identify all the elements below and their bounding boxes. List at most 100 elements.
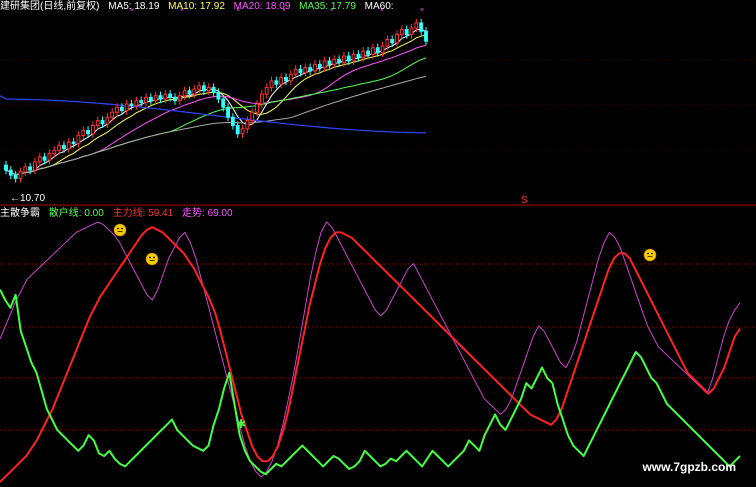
candle-body: [399, 29, 404, 36]
main-line-label: 主力线: 59.41: [112, 208, 174, 219]
candle-body: [66, 141, 71, 150]
candle-body: [274, 80, 279, 85]
smiley-eye: [647, 252, 649, 255]
candle-body: [148, 96, 153, 102]
ma10-label: MA10: 17.92: [168, 1, 225, 12]
candle-body: [404, 29, 409, 36]
smiley-face-icon: [113, 223, 127, 237]
candle-body: [153, 95, 158, 102]
candle-body: [177, 95, 182, 102]
long-ma-line: [0, 95, 427, 134]
bottom-panel-title: 主散争霸: [0, 208, 40, 219]
candle-body: [216, 91, 221, 100]
candle-body: [288, 73, 293, 82]
ma35-label: MA35: 17.79: [299, 1, 356, 12]
candle-body: [322, 60, 327, 69]
candle-body: [187, 90, 192, 95]
candle-body: [90, 125, 95, 135]
candle-body: [380, 45, 385, 54]
candle-body: [293, 68, 298, 75]
candle-body: [351, 53, 356, 62]
candle-body: [100, 120, 105, 125]
candle-body: [13, 174, 18, 179]
candle-body: [206, 86, 211, 92]
bottom-panel-header: 主散争霸 散户线: 0.00 主力线: 59.41 走势: 69.00: [0, 208, 239, 220]
s-marker: S: [521, 195, 528, 206]
candle-body: [221, 98, 226, 108]
candle-body: [201, 85, 206, 92]
candle-body: [173, 96, 177, 102]
candle-body: [144, 96, 148, 103]
candle-body: [163, 93, 168, 100]
candle-body: [182, 90, 187, 97]
candle-body: [76, 134, 81, 145]
candle-body: [124, 103, 129, 112]
smiley-face-icon: [145, 252, 159, 266]
candle-body: [317, 63, 322, 69]
candle-body: [37, 156, 42, 163]
candle-body: [346, 55, 351, 62]
candle-body: [313, 63, 317, 72]
candle-body: [139, 100, 144, 103]
candle-body: [240, 128, 245, 135]
candle-body: [52, 149, 57, 155]
candle-body: [115, 106, 119, 113]
ma60-label: MA60:: [364, 1, 394, 12]
candle-body: [71, 141, 76, 145]
candle-body: [250, 111, 255, 122]
candle-body: [57, 144, 62, 151]
retail-line-label: 散户线: 0.00: [48, 208, 104, 219]
candle-body: [259, 93, 264, 105]
candle-body: [264, 86, 269, 95]
candle-body: [226, 106, 231, 118]
smiley-eye: [651, 252, 653, 255]
candle-body: [192, 88, 197, 95]
smiley-eye: [149, 256, 151, 259]
ma5-label: MA5: 18.19: [108, 1, 160, 12]
candle-body: [269, 80, 274, 88]
candle-body: [28, 166, 33, 171]
candle-body: [8, 169, 13, 176]
candle-body: [341, 55, 346, 64]
candle-body: [4, 164, 8, 171]
candle-body: [18, 171, 23, 179]
candle-body: [211, 86, 216, 93]
smiley-eye: [121, 227, 123, 230]
candle-body: [42, 156, 47, 161]
candle-body: [361, 50, 366, 59]
ma60-line: [5, 75, 427, 176]
smiley-eye: [153, 256, 155, 259]
green-star-icon: ✱: [236, 417, 246, 431]
candle-body: [279, 77, 284, 85]
retail-line: [0, 289, 741, 476]
candle-body: [86, 129, 91, 135]
low-price-marker: ←10.70: [10, 193, 46, 204]
candle-body: [424, 30, 428, 42]
candle-body: [110, 111, 115, 118]
candle-body: [390, 39, 395, 44]
candle-body: [235, 125, 240, 135]
ma20-label: MA20: 18.09: [233, 1, 291, 12]
candle-body: [95, 120, 100, 126]
trend-label: 走势: 69.00: [181, 208, 233, 219]
candle-body: [61, 144, 66, 150]
candle-body: [230, 116, 235, 126]
candle-body: [375, 47, 380, 54]
candle-body: [332, 58, 337, 65]
candle-body: [298, 68, 303, 74]
candle-body: [47, 153, 52, 161]
candle-body: [337, 58, 342, 64]
chart-stage: × × × × × × × ✱: [0, 7, 756, 483]
candle-body: [327, 60, 332, 65]
candle-body: [409, 27, 414, 36]
candle-body: [129, 103, 134, 107]
bottom-panel-marks: ✱: [113, 223, 657, 431]
candle-body: [370, 47, 375, 55]
candle-body: [245, 120, 250, 130]
candle-body: [134, 100, 139, 107]
bottom-panel-lines: [0, 221, 741, 483]
candle-body: [303, 67, 308, 74]
candle-body: [419, 22, 424, 32]
candle-body: [255, 103, 259, 113]
watermark: www.7gpzb.com: [642, 460, 736, 474]
